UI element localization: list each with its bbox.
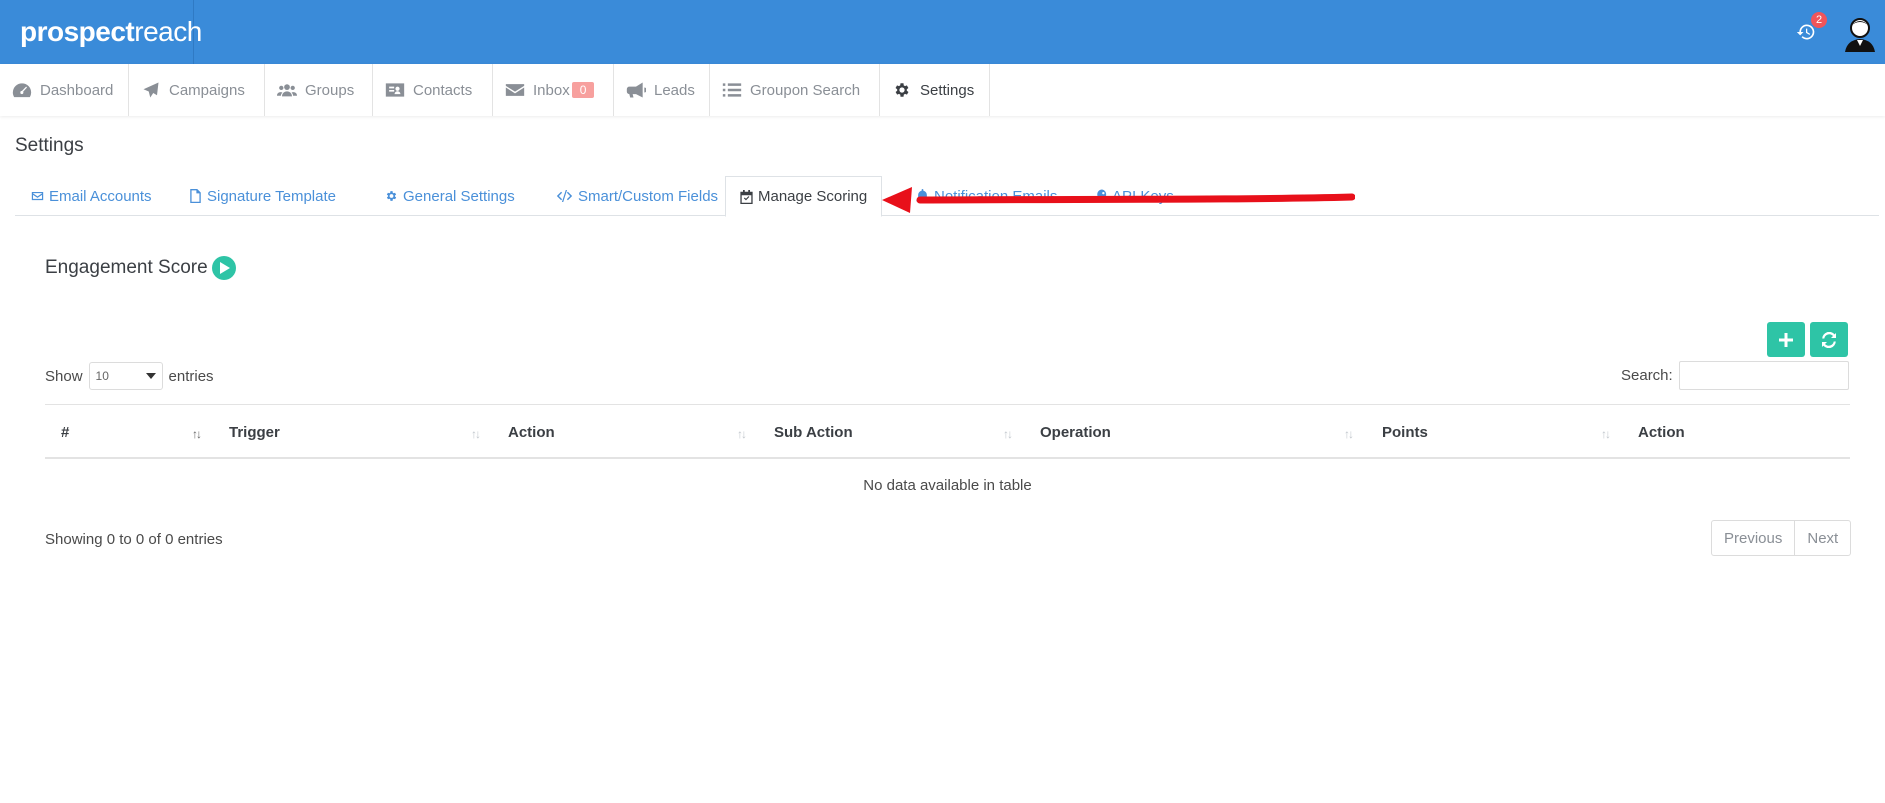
tab-signature-template[interactable]: Signature Template [175, 176, 350, 216]
nav-settings[interactable]: Settings [880, 64, 990, 116]
code-icon [556, 190, 573, 202]
nav-contacts[interactable]: Contacts [373, 64, 493, 116]
annotation-arrow [882, 187, 1355, 213]
refresh-button[interactable] [1810, 322, 1848, 357]
tab-manage-scoring[interactable]: Manage Scoring [725, 176, 883, 217]
nav-groups-label: Groups [305, 81, 355, 99]
plus-icon [1779, 332, 1793, 347]
users-icon [277, 84, 297, 97]
file-icon [190, 189, 201, 203]
notification-badge: 2 [1811, 12, 1827, 28]
brand-logo-light: reach [134, 16, 202, 47]
pagination: Previous Next [1711, 520, 1852, 556]
page-length-select[interactable]: 10 [88, 362, 163, 390]
brand-logo-bold: prospect [20, 16, 135, 47]
search-input[interactable] [1678, 361, 1849, 390]
tab-signature-template-label: Signature Template [207, 187, 336, 205]
previous-page-button[interactable]: Previous [1712, 521, 1794, 555]
user-avatar-icon[interactable] [1843, 16, 1877, 52]
add-score-button[interactable] [1767, 322, 1805, 357]
play-icon [219, 262, 230, 274]
envelope-outline-icon [31, 191, 44, 201]
sort-icon: ↑↓ [1344, 427, 1354, 441]
nav-dashboard-label: Dashboard [40, 81, 114, 99]
entries-label: entries [168, 367, 214, 385]
page-length-value: 10 [95, 369, 109, 383]
nav-dashboard[interactable]: Dashboard [0, 64, 129, 116]
col-header-number[interactable]: # [61, 405, 69, 460]
table-header: # ↑↓ Trigger ↑↓ Action ↑↓ Sub Action ↑↓ … [45, 404, 1850, 459]
sort-icon: ↑↓ [471, 427, 481, 441]
sort-icon: ↑↓ [1601, 427, 1611, 441]
tab-email-accounts[interactable]: Email Accounts [17, 176, 166, 216]
engagement-score-heading: Engagement Score [45, 256, 236, 280]
col-header-action[interactable]: Action [508, 405, 555, 460]
table-search: Search: [1621, 361, 1849, 390]
contact-card-icon [385, 83, 405, 97]
page-title: Settings [15, 135, 84, 156]
search-label: Search: [1621, 367, 1673, 384]
engagement-score-title: Engagement Score [45, 257, 208, 278]
main-nav: Dashboard Campaigns Groups Contacts Inbo… [0, 64, 1885, 116]
nav-groupon-search-label: Groupon Search [750, 81, 861, 99]
page-length-control: Show 10 entries [45, 362, 214, 390]
top-header: prospect reach 2 [0, 0, 1885, 64]
nav-campaigns[interactable]: Campaigns [129, 64, 265, 116]
inbox-count-badge: 0 [571, 82, 595, 98]
nav-groupon-search[interactable]: Groupon Search [710, 64, 880, 116]
nav-leads[interactable]: Leads [614, 64, 710, 116]
chevron-down-icon [145, 373, 156, 379]
nav-inbox[interactable]: Inbox 0 [493, 64, 614, 116]
col-header-row-action: Action [1638, 424, 1685, 441]
sort-icon: ↑↓ [1003, 427, 1013, 441]
col-header-sub-action[interactable]: Sub Action [774, 405, 853, 460]
tab-general-settings-label: General Settings [403, 187, 515, 205]
tab-smart-custom-fields[interactable]: Smart/Custom Fields [542, 176, 732, 216]
brand-logo[interactable]: prospect reach [0, 0, 202, 64]
tab-manage-scoring-label: Manage Scoring [758, 188, 868, 205]
list-icon [722, 83, 742, 97]
tab-email-accounts-label: Email Accounts [49, 187, 152, 205]
nav-inbox-label: Inbox [533, 81, 570, 99]
next-page-button[interactable]: Next [1794, 521, 1850, 555]
col-header-trigger[interactable]: Trigger [229, 405, 280, 460]
sort-asc-icon: ↑↓ [192, 427, 202, 441]
col-header-operation[interactable]: Operation [1040, 405, 1111, 460]
show-label: Show [45, 367, 83, 385]
sort-icon: ↑↓ [737, 427, 747, 441]
refresh-icon [1822, 331, 1836, 348]
nav-leads-label: Leads [654, 81, 695, 99]
nav-groups[interactable]: Groups [265, 64, 373, 116]
tab-smart-custom-fields-label: Smart/Custom Fields [578, 187, 719, 205]
envelope-icon [505, 84, 525, 96]
nav-settings-label: Settings [920, 81, 975, 99]
gear-small-icon [386, 191, 397, 201]
tab-general-settings[interactable]: General Settings [371, 176, 529, 216]
col-header-points[interactable]: Points [1382, 405, 1428, 460]
calendar-check-icon [740, 189, 753, 204]
megaphone-icon [626, 82, 646, 98]
play-video-button[interactable] [211, 256, 236, 280]
dashboard-icon [12, 83, 32, 98]
scoring-table: # ↑↓ Trigger ↑↓ Action ↑↓ Sub Action ↑↓ … [45, 404, 1850, 511]
gear-icon [895, 83, 909, 97]
empty-table-message: No data available in table [863, 476, 1032, 494]
nav-campaigns-label: Campaigns [169, 81, 245, 99]
table-info: Showing 0 to 0 of 0 entries [45, 531, 223, 548]
paper-plane-icon [143, 82, 159, 98]
nav-contacts-label: Contacts [413, 81, 473, 99]
